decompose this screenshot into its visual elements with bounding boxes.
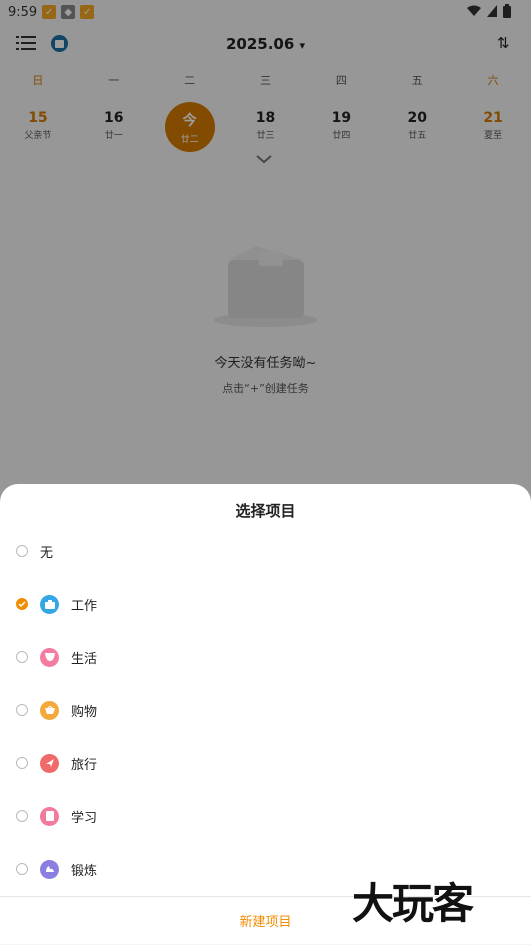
watermark-logo: 大玩客 [352,879,474,928]
project-option-shopping[interactable]: 购物 [0,690,531,730]
radio-unchecked[interactable] [16,863,28,875]
radio-checked[interactable] [16,598,28,610]
radio-unchecked[interactable] [16,757,28,769]
cup-icon [40,647,59,667]
radio-unchecked[interactable] [16,651,28,663]
dumbbell-icon [40,859,59,879]
radio-unchecked[interactable] [16,704,28,716]
sheet-title: 选择项目 [235,502,296,520]
project-label: 旅行 [71,757,98,773]
project-label: 工作 [71,598,98,614]
briefcase-icon [40,594,59,614]
project-label: 学习 [71,810,98,826]
project-label: 购物 [71,704,98,720]
plane-icon [40,753,59,773]
project-option-work[interactable]: 工作 [0,584,531,624]
project-label: 锻炼 [71,863,98,879]
project-option-life[interactable]: 生活 [0,637,531,677]
project-option-travel[interactable]: 旅行 [0,743,531,783]
project-option-none[interactable]: 无 [0,531,531,571]
project-option-study[interactable]: 学习 [0,796,531,836]
radio-unchecked[interactable] [16,810,28,822]
project-label: 生活 [71,651,98,667]
radio-unchecked[interactable] [16,545,28,557]
project-label: 无 [40,545,54,561]
basket-icon [40,700,59,720]
book-icon [40,806,59,826]
